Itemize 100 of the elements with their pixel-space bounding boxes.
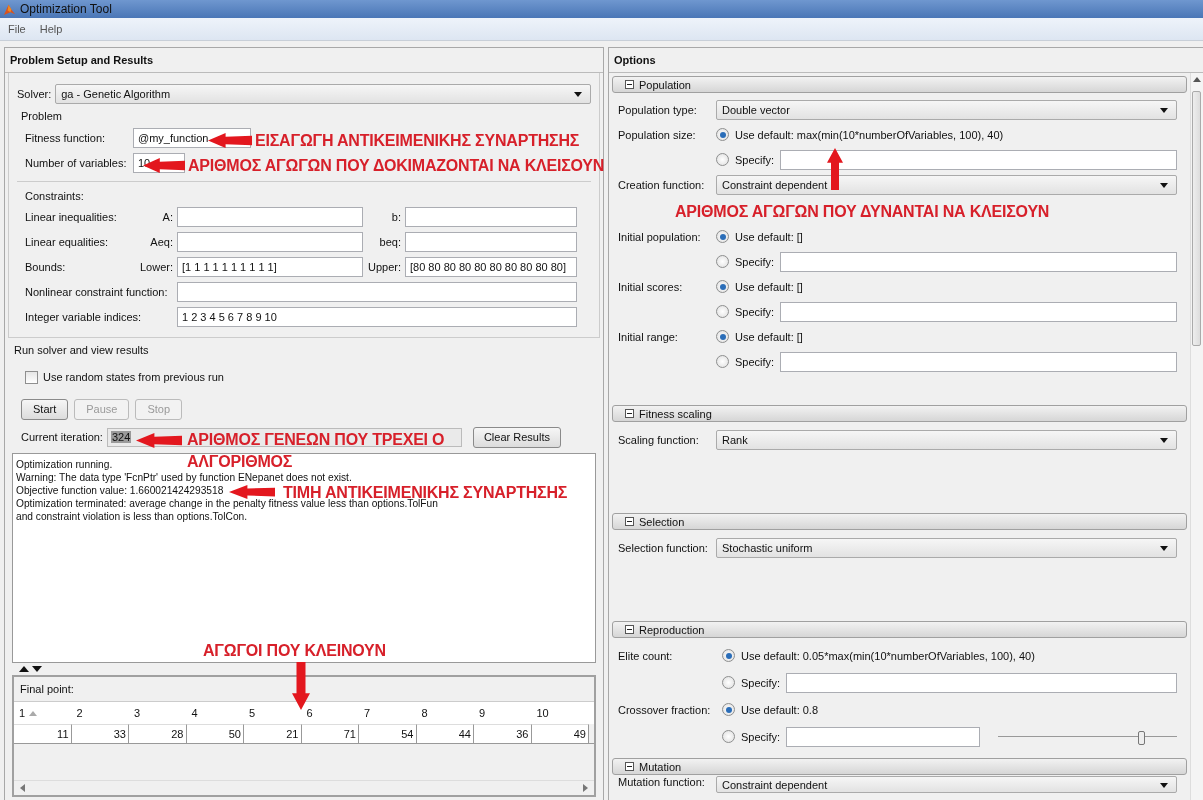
option-label: Creation function: [618,178,706,191]
text-field[interactable]: [80 80 80 80 80 80 80 80 80 80] [405,256,577,277]
text-field[interactable] [780,251,1177,272]
caret-icon [1160,182,1168,188]
split-arrows-icon[interactable] [19,665,43,673]
radio-label: Use default: 0.05*max(min(10*numberOfVariables, 100), 40) [741,649,1035,662]
caret-icon [1160,107,1168,113]
column-header[interactable]: 10 [531,702,589,724]
column-header[interactable]: 9 [474,702,532,724]
text-field[interactable] [177,231,363,252]
text-field[interactable] [780,301,1177,322]
section-header[interactable]: Reproduction [612,621,1187,638]
slider-thumb[interactable] [1138,730,1146,745]
radio-label: Use default: 0.8 [741,703,819,716]
scroll-up-icon[interactable] [1193,77,1201,82]
button[interactable]: Start [21,398,69,420]
radio-label: Use default: [] [735,330,803,343]
menu-item[interactable]: File [8,23,26,35]
annotation-arrow [136,433,182,448]
dropdown[interactable]: Stochastic uniform [716,537,1177,558]
option-label: Mutation function: [618,776,706,788]
clear-results-button[interactable]: Clear Results [472,426,561,448]
radio-button[interactable] [716,355,729,368]
text-field[interactable] [786,672,1177,693]
column-header[interactable]: 1 [14,702,72,724]
option-label: Population type: [618,103,698,116]
radio-button[interactable] [716,153,729,166]
radio-button[interactable] [722,676,735,689]
output-line: Optimization terminated: average change in the penalty fitness value less than options.TolFun [16,498,438,510]
text-field[interactable]: 1 2 3 4 5 6 7 8 9 10 [177,306,577,327]
section-header[interactable]: Population [612,76,1187,93]
scroll-left-icon[interactable] [20,784,25,792]
text-field[interactable] [405,231,577,252]
column-header[interactable]: 2 [71,702,129,724]
field-label: b: [390,210,402,223]
field-label: Linear inequalities: [25,210,118,223]
option-label: Population size: [618,128,697,141]
checkbox[interactable] [25,370,38,384]
dropdown[interactable]: Constraint dependent [716,776,1177,793]
field-label: Integer variable indices: [25,310,143,323]
radio-label: Specify: [735,153,775,166]
output-line: Objective function value: 1.660021424293518 [16,484,224,497]
text-field[interactable] [780,351,1177,372]
table-cell: 33 [71,724,129,743]
scrollbar[interactable] [14,780,594,795]
section-title: Selection [639,515,685,528]
annotation-text: ΑΡΙΘΜΟΣ ΑΓΩΓΩΝ ΠΟΥ ΔΥΝΑΝΤΑΙ ΝΑ ΚΛΕΙΣΟΥΝ [675,202,1050,222]
section-header[interactable]: Selection [612,513,1187,530]
text-field[interactable]: [1 1 1 1 1 1 1 1 1 1] [177,256,363,277]
radio-button[interactable] [716,280,729,293]
text-field[interactable] [786,726,981,747]
option-label: Scaling function: [618,433,700,446]
output-line: Optimization running. [16,458,113,471]
radio-button[interactable] [722,730,735,743]
menu-item[interactable]: Help [39,23,63,35]
table-cell: 54 [359,724,417,743]
radio-button[interactable] [716,255,729,268]
scrollbar[interactable] [1190,73,1203,800]
option-label: Selection function: [618,541,709,554]
dropdown[interactable]: Constraint dependent [716,174,1177,195]
scroll-right-icon[interactable] [583,784,588,792]
radio-button[interactable] [716,128,729,141]
annotation-arrow [208,133,252,148]
annotation-text: ΑΓΩΓΟΙ ΠΟΥ ΚΛΕΙΝΟΥΝ [203,641,386,661]
column-header[interactable]: 3 [129,702,187,724]
text-field[interactable] [177,206,363,227]
collapse-icon [625,625,634,634]
text-field[interactable] [780,149,1177,170]
annotation-text: ΑΡΙΘΜΟΣ ΑΓΩΓΩΝ ΠΟΥ ΔΟΚΙΜΑΖΟΝΤΑΙ ΝΑ ΚΛΕΙΣΟΥΝ [188,156,605,176]
annotation-text: ΕΙΣΑΓΩΓΗ ΑΝΤΙΚΕΙΜΕΝΙΚΗΣ ΣΥΝΑΡΤΗΣΗΣ [255,131,580,151]
radio-button[interactable] [716,305,729,318]
field-label: Number of variables: [25,156,128,169]
peak-logo-icon [3,2,16,16]
section-header[interactable]: Fitness scaling [612,405,1187,422]
radio-button[interactable] [716,230,729,243]
field-label: Aeq: [149,235,174,248]
caret-icon [1160,545,1168,551]
scrollbar-thumb[interactable] [1192,91,1201,346]
dropdown[interactable]: Double vector [716,99,1177,120]
radio-button[interactable] [722,703,735,716]
dropdown[interactable]: Rank [716,429,1177,450]
text-field[interactable] [405,206,577,227]
radio-label: Use default: [] [735,280,803,293]
output-line: and constraint violation is less than options.TolCon. [16,510,248,523]
field-label: Fitness function: [25,131,107,144]
column-header[interactable]: 6 [301,702,359,724]
section-header[interactable]: Mutation [612,758,1187,775]
field-label: A: [161,210,174,223]
column-header[interactable]: 4 [186,702,244,724]
column-header[interactable]: 8 [416,702,474,724]
column-header[interactable]: 5 [244,702,302,724]
radio-button[interactable] [716,330,729,343]
solver-dropdown[interactable]: ga - Genetic Algorithm [55,84,591,104]
field-label: Current iteration: [21,431,103,443]
collapse-icon [625,517,634,526]
collapse-icon [625,409,634,418]
radio-button[interactable] [722,649,735,662]
table-cell: 71 [301,724,359,743]
text-field[interactable] [177,281,577,302]
column-header[interactable]: 7 [359,702,417,724]
